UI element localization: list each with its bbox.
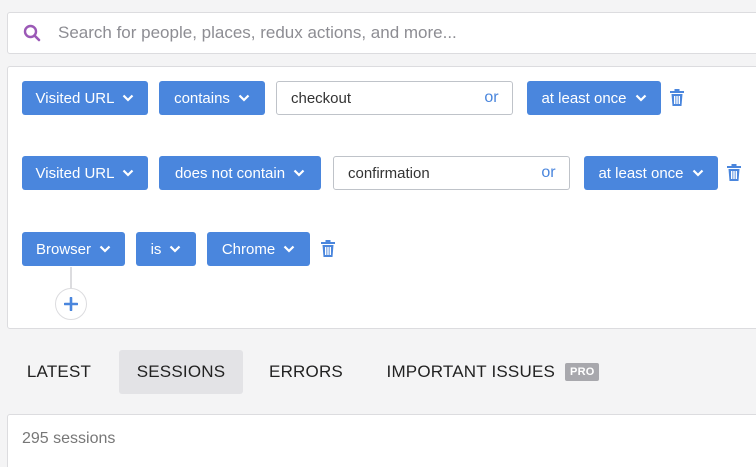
session-count: 295 sessions <box>22 430 116 447</box>
operator-dropdown-label: contains <box>174 89 230 107</box>
chevron-down-icon <box>293 169 305 177</box>
value-dropdown[interactable]: Chrome <box>207 232 310 266</box>
chevron-down-icon <box>123 169 134 177</box>
chevron-down-icon <box>170 245 181 253</box>
results-panel: 295 sessions <box>7 414 756 467</box>
pro-badge: PRO <box>565 363 600 381</box>
field-dropdown-label: Browser <box>35 240 91 258</box>
search-input[interactable] <box>58 13 748 53</box>
tab-label: SESSIONS <box>136 362 226 381</box>
tab-bar: LATEST SESSIONS ERRORS IMPORTANT ISSUES … <box>0 350 756 394</box>
operator-dropdown-label: is <box>150 240 162 258</box>
frequency-dropdown-label: at least once <box>541 89 627 107</box>
trash-icon[interactable] <box>726 164 742 182</box>
value-dropdown-label: Chrome <box>221 240 276 258</box>
tab-label: IMPORTANT ISSUES <box>386 362 556 381</box>
trash-icon[interactable] <box>320 240 336 258</box>
value-input[interactable]: checkout <box>276 81 472 115</box>
chevron-down-icon <box>238 94 250 102</box>
chevron-down-icon <box>99 245 111 253</box>
operator-dropdown[interactable]: is <box>136 232 196 266</box>
tab-label: ERRORS <box>269 362 343 381</box>
chevron-down-icon <box>635 94 646 102</box>
field-dropdown[interactable]: Browser <box>22 232 125 266</box>
chevron-down-icon <box>692 169 703 177</box>
operator-dropdown-label: does not contain <box>174 164 286 182</box>
field-dropdown[interactable]: Visited URL <box>22 156 148 190</box>
or-button-label: or <box>541 164 556 181</box>
or-button[interactable]: or <box>471 81 513 115</box>
operator-dropdown[interactable]: contains <box>159 81 265 115</box>
chevron-down-icon <box>283 245 295 253</box>
search-bar[interactable] <box>7 12 756 54</box>
add-filter-button[interactable] <box>55 288 87 320</box>
plus-icon <box>64 297 78 311</box>
tab-sessions[interactable]: SESSIONS <box>119 350 243 394</box>
frequency-dropdown-label: at least once <box>598 164 684 182</box>
value-input[interactable]: confirmation <box>333 156 529 190</box>
operator-dropdown[interactable]: does not contain <box>159 156 321 190</box>
trash-icon[interactable] <box>669 89 685 107</box>
filter-panel: Visited URL contains checkout or at leas… <box>7 66 756 329</box>
field-dropdown[interactable]: Visited URL <box>22 81 148 115</box>
search-icon <box>23 24 41 42</box>
value-input-text: checkout <box>291 89 352 107</box>
or-button[interactable]: or <box>528 156 570 190</box>
field-dropdown-label: Visited URL <box>35 164 115 182</box>
chevron-down-icon <box>123 94 134 102</box>
tab-latest[interactable]: LATEST <box>14 350 104 394</box>
tab-important-issues[interactable]: IMPORTANT ISSUES PRO <box>375 350 611 394</box>
tab-errors[interactable]: ERRORS <box>258 350 354 394</box>
tab-label: LATEST <box>26 362 92 381</box>
frequency-dropdown[interactable]: at least once <box>527 81 661 115</box>
or-button-label: or <box>484 89 499 106</box>
frequency-dropdown[interactable]: at least once <box>584 156 718 190</box>
value-input-text: confirmation <box>348 164 430 182</box>
field-dropdown-label: Visited URL <box>35 89 115 107</box>
